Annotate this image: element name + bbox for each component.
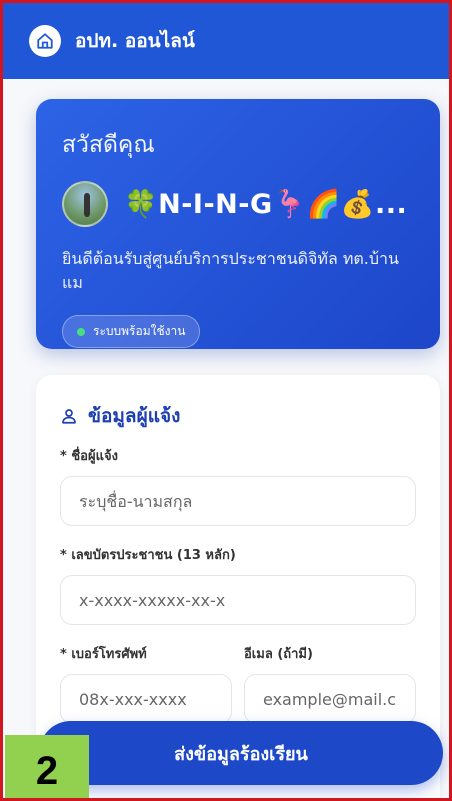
- email-label: อีเมล (ถ้ามี): [244, 647, 313, 662]
- status-text: ระบบพร้อมใช้งาน: [93, 324, 186, 338]
- id-number-input[interactable]: [60, 575, 416, 625]
- phone-column: * เบอร์โทรศัพท์: [60, 625, 232, 724]
- top-bar: อปท. ออนไลน์: [3, 3, 449, 79]
- username: 🍀N-I-N-G🦩🌈💰...: [124, 189, 408, 220]
- user-row: 🍀N-I-N-G🦩🌈💰...: [62, 181, 414, 227]
- avatar: [62, 181, 108, 227]
- step-number-badge: 2: [5, 735, 89, 798]
- home-icon[interactable]: [29, 25, 61, 57]
- status-badge: ระบบพร้อมใช้งาน: [62, 315, 201, 348]
- contact-row: * เบอร์โทรศัพท์ อีเมล (ถ้ามี): [60, 625, 416, 724]
- name-input[interactable]: [60, 476, 416, 526]
- submit-complaint-button[interactable]: ส่งข้อมูลร้องเรียน: [39, 721, 443, 785]
- welcome-card: สวัสดีคุณ 🍀N-I-N-G🦩🌈💰... ยินดีต้อนรับสู่…: [36, 99, 440, 349]
- email-column: อีเมล (ถ้ามี): [244, 625, 416, 724]
- status-dot-icon: [77, 327, 85, 336]
- greeting-text: สวัสดีคุณ: [62, 132, 155, 158]
- email-input[interactable]: [244, 674, 416, 724]
- app-frame: อปท. ออนไลน์ สวัสดีคุณ 🍀N-I-N-G🦩🌈💰... ยิ…: [0, 0, 452, 801]
- app-title: อปท. ออนไลน์: [75, 30, 195, 52]
- id-label: * เลขบัตรประชาชน (13 หลัก): [60, 548, 236, 563]
- section-title-text: ข้อมูลผู้แจ้ง: [88, 405, 181, 427]
- welcome-message: ยินดีต้อนรับสู่ศูนย์บริการประชาชนดิจิทัล…: [62, 249, 399, 292]
- phone-label: * เบอร์โทรศัพท์: [60, 647, 147, 662]
- section-title: ข้อมูลผู้แจ้ง: [60, 401, 416, 431]
- person-icon: [60, 407, 78, 425]
- phone-input[interactable]: [60, 674, 232, 724]
- name-label: * ชื่อผู้แจ้ง: [60, 449, 118, 464]
